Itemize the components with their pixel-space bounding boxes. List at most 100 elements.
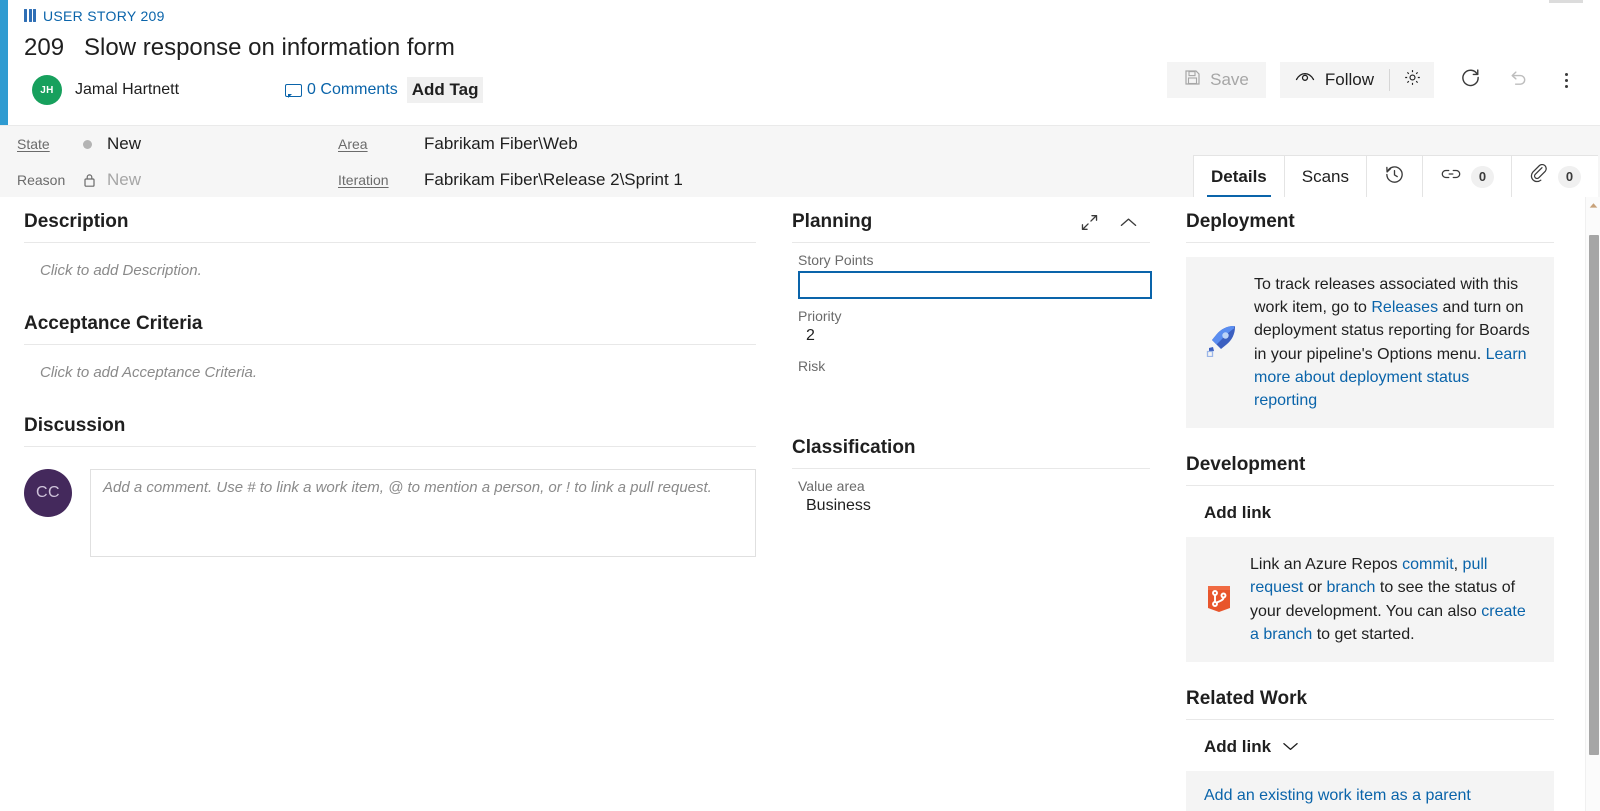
story-points-label: Story Points	[798, 252, 874, 268]
area-field[interactable]: Area Fabrikam Fiber\Web	[338, 126, 683, 162]
development-text-part3: to get started.	[1312, 625, 1415, 643]
work-item-type-label[interactable]: USER STORY 209	[43, 8, 165, 24]
tab-details[interactable]: Details	[1194, 156, 1285, 197]
related-work-add-link-label: Add link	[1204, 736, 1272, 756]
tab-links[interactable]: 0	[1423, 156, 1512, 197]
classification-section: Classification Value area Business	[792, 437, 1150, 519]
user-story-icon	[24, 9, 36, 22]
tab-history[interactable]	[1367, 156, 1423, 197]
description-input[interactable]: Click to add Description.	[24, 243, 756, 279]
undo-button[interactable]	[1496, 62, 1540, 98]
value-area-value: Business	[806, 497, 871, 514]
risk-value	[798, 377, 1150, 399]
commit-link[interactable]: commit	[1402, 556, 1454, 573]
iteration-value: Fabrikam Fiber\Release 2\Sprint 1	[424, 170, 683, 189]
area-value: Fabrikam Fiber\Web	[424, 134, 578, 153]
field-column-left: State New Reason New	[17, 126, 141, 198]
avatar[interactable]: CC	[24, 469, 72, 517]
work-item-field-strip: State New Reason New Area Fabrikam Fiber…	[0, 125, 1600, 197]
acceptance-criteria-section: Acceptance Criteria Click to add Accepta…	[24, 313, 756, 381]
vertical-scrollbar[interactable]	[1585, 197, 1600, 811]
eye-icon	[1295, 70, 1315, 90]
planning-header-actions	[1080, 213, 1150, 232]
reason-label: Reason	[17, 172, 66, 188]
priority-label: Priority	[798, 308, 842, 324]
related-work-add-link-button[interactable]: Add link	[1186, 720, 1554, 757]
page-title[interactable]: Slow response on information form	[84, 34, 455, 62]
tab-attachments[interactable]: 0	[1512, 156, 1598, 197]
deployment-info-card: To track releases associated with this w…	[1186, 257, 1554, 429]
development-text-or: or	[1303, 579, 1327, 597]
iteration-field[interactable]: Iteration Fabrikam Fiber\Release 2\Sprin…	[338, 162, 683, 198]
add-tag-button[interactable]: Add Tag	[406, 77, 484, 103]
gear-icon	[1403, 68, 1422, 92]
work-item-form: USER STORY 209 209 Slow response on info…	[0, 0, 1600, 811]
middle-column: Planning Story Points Priority 2 Risk Cl…	[780, 197, 1172, 811]
work-item-id: 209	[24, 34, 65, 61]
state-value: New	[107, 134, 142, 153]
planning-header: Planning	[792, 211, 1150, 242]
deployment-title: Deployment	[1186, 211, 1295, 232]
scroll-up-arrow-icon[interactable]	[1586, 197, 1600, 214]
development-text-part1: Link an Azure Repos	[1250, 556, 1403, 574]
acceptance-criteria-title: Acceptance Criteria	[24, 313, 203, 334]
scrollbar-thumb[interactable]	[1589, 235, 1599, 755]
work-item-type-row: USER STORY 209	[24, 0, 1600, 24]
tab-scans[interactable]: Scans	[1284, 156, 1367, 197]
lock-icon	[83, 173, 96, 188]
state-field[interactable]: State New	[17, 126, 141, 162]
assigned-to-label[interactable]: Jamal Hartnett	[75, 81, 179, 99]
attachment-icon	[1529, 163, 1549, 189]
priority-value: 2	[806, 327, 815, 344]
work-item-body: Description Click to add Description. Ac…	[0, 197, 1600, 811]
field-column-right: Area Fabrikam Fiber\Web Iteration Fabrik…	[338, 126, 683, 198]
value-area-field[interactable]: Value area Business	[792, 469, 1150, 519]
work-item-tabs: Details Scans 0 0	[1193, 155, 1598, 197]
area-label: Area	[338, 136, 368, 152]
comment-bubble-icon	[285, 83, 303, 98]
follow-button[interactable]: Follow	[1280, 62, 1389, 98]
refresh-icon	[1460, 67, 1481, 93]
related-work-section: Related Work Add link Add an existing wo…	[1186, 688, 1554, 811]
chevron-up-icon[interactable]	[1119, 216, 1138, 229]
tab-links-badge: 0	[1471, 165, 1494, 188]
add-parent-work-item-link[interactable]: Add an existing work item as a parent	[1204, 787, 1471, 804]
expand-icon[interactable]	[1080, 213, 1099, 232]
history-icon	[1384, 164, 1405, 190]
comment-input[interactable]: Add a comment. Use # to link a work item…	[90, 469, 756, 557]
reason-field[interactable]: Reason New	[17, 162, 141, 198]
acceptance-criteria-input[interactable]: Click to add Acceptance Criteria.	[24, 345, 756, 381]
risk-label: Risk	[798, 358, 826, 374]
undo-icon	[1508, 67, 1529, 93]
save-button[interactable]: Save	[1167, 62, 1266, 98]
deployment-info-text: To track releases associated with this w…	[1254, 273, 1532, 412]
avatar[interactable]: JH	[32, 75, 62, 105]
work-item-title-row: 209 Slow response on information form	[24, 34, 1600, 62]
settings-button[interactable]	[1390, 62, 1434, 98]
releases-link[interactable]: Releases	[1371, 299, 1438, 316]
left-column: Description Click to add Description. Ac…	[0, 197, 780, 811]
risk-field[interactable]: Risk	[792, 349, 1150, 399]
work-item-header: USER STORY 209 209 Slow response on info…	[0, 0, 1600, 125]
description-title: Description	[24, 211, 129, 232]
refresh-button[interactable]	[1448, 62, 1492, 98]
development-add-link-button[interactable]: Add link	[1186, 486, 1554, 523]
branch-link[interactable]: branch	[1327, 579, 1376, 596]
azure-pipelines-rocket-icon	[1204, 323, 1238, 362]
more-actions-button[interactable]	[1544, 62, 1588, 98]
classification-title: Classification	[792, 437, 916, 458]
more-vertical-icon	[1564, 72, 1568, 88]
tab-scans-label: Scans	[1301, 166, 1349, 186]
tab-attachments-badge: 0	[1558, 165, 1581, 188]
save-button-label: Save	[1210, 70, 1249, 89]
description-section: Description Click to add Description.	[24, 211, 756, 279]
comments-link[interactable]: 0 Comments	[285, 81, 398, 99]
story-points-field: Story Points	[792, 243, 1152, 299]
priority-field[interactable]: Priority 2	[792, 299, 1150, 349]
story-points-input[interactable]	[798, 271, 1152, 299]
